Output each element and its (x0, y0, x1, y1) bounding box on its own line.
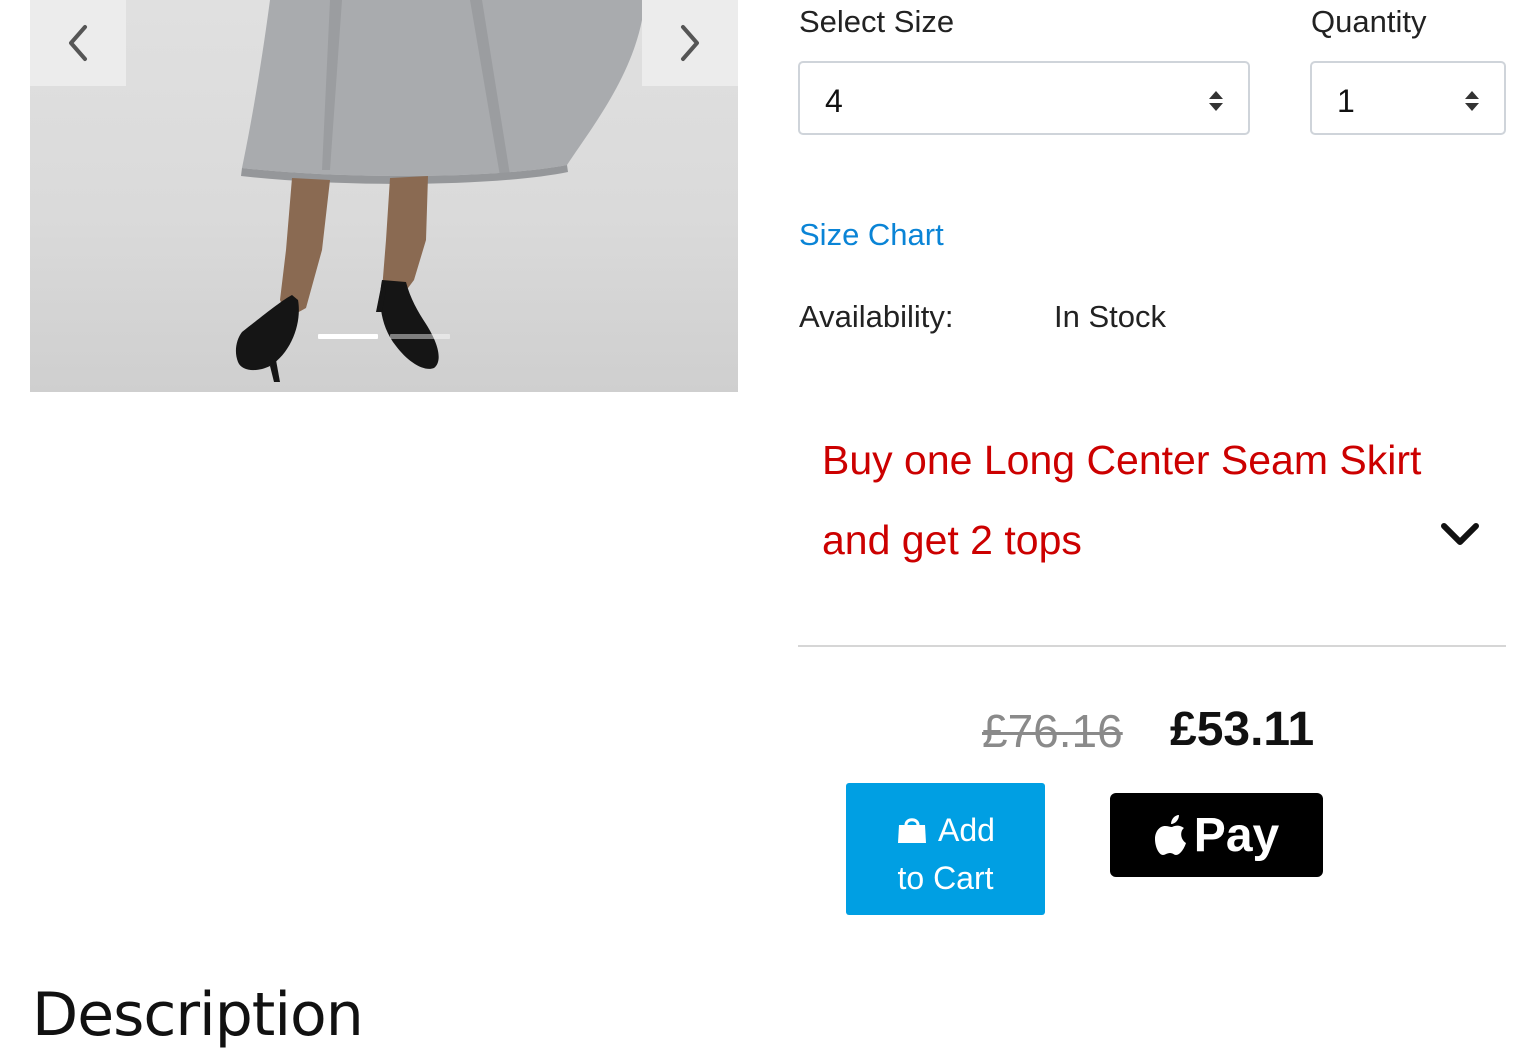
quantity-label: Quantity (1311, 4, 1427, 39)
size-select-value: 4 (825, 83, 843, 119)
chevron-down-icon (1441, 523, 1479, 545)
quantity-select[interactable]: 1 (1310, 61, 1506, 135)
carousel-indicator-1[interactable] (318, 334, 378, 339)
divider (798, 645, 1506, 647)
select-arrows-icon (1209, 91, 1223, 111)
promo-toggle[interactable] (1440, 520, 1480, 553)
add-to-cart-label-1: Add (938, 812, 995, 848)
carousel-next-button[interactable] (642, 0, 738, 86)
product-image-carousel[interactable] (30, 0, 738, 392)
carousel-prev-button[interactable] (30, 0, 126, 86)
promo-line-2: and get 2 tops (822, 517, 1082, 563)
chevron-left-icon (69, 25, 87, 61)
apple-pay-label: Pay (1193, 808, 1280, 862)
apple-pay-button[interactable]: Pay (1110, 793, 1323, 877)
chevron-right-icon (681, 25, 699, 61)
promo-offer[interactable]: Buy one Long Center Seam Skirt and get 2… (822, 420, 1432, 580)
size-select[interactable]: 4 (798, 61, 1250, 135)
sale-price: £53.11 (1170, 703, 1315, 756)
add-to-cart-button[interactable]: Add to Cart (846, 783, 1045, 915)
shopping-bag-icon (898, 818, 927, 843)
apple-logo-icon (1154, 815, 1186, 855)
carousel-indicator-2[interactable] (390, 334, 450, 339)
size-chart-link[interactable]: Size Chart (799, 217, 944, 253)
description-heading: Description (32, 980, 364, 1050)
availability-value: In Stock (1054, 299, 1166, 334)
quantity-select-value: 1 (1337, 83, 1355, 119)
select-arrows-icon (1465, 91, 1479, 111)
add-to-cart-label-2: to Cart (897, 860, 994, 896)
availability-label: Availability: (799, 299, 954, 334)
original-price: £76.16 (982, 705, 1123, 757)
carousel-indicators (318, 334, 450, 339)
promo-line-1: Buy one Long Center Seam Skirt (822, 437, 1422, 483)
size-label: Select Size (799, 4, 955, 39)
